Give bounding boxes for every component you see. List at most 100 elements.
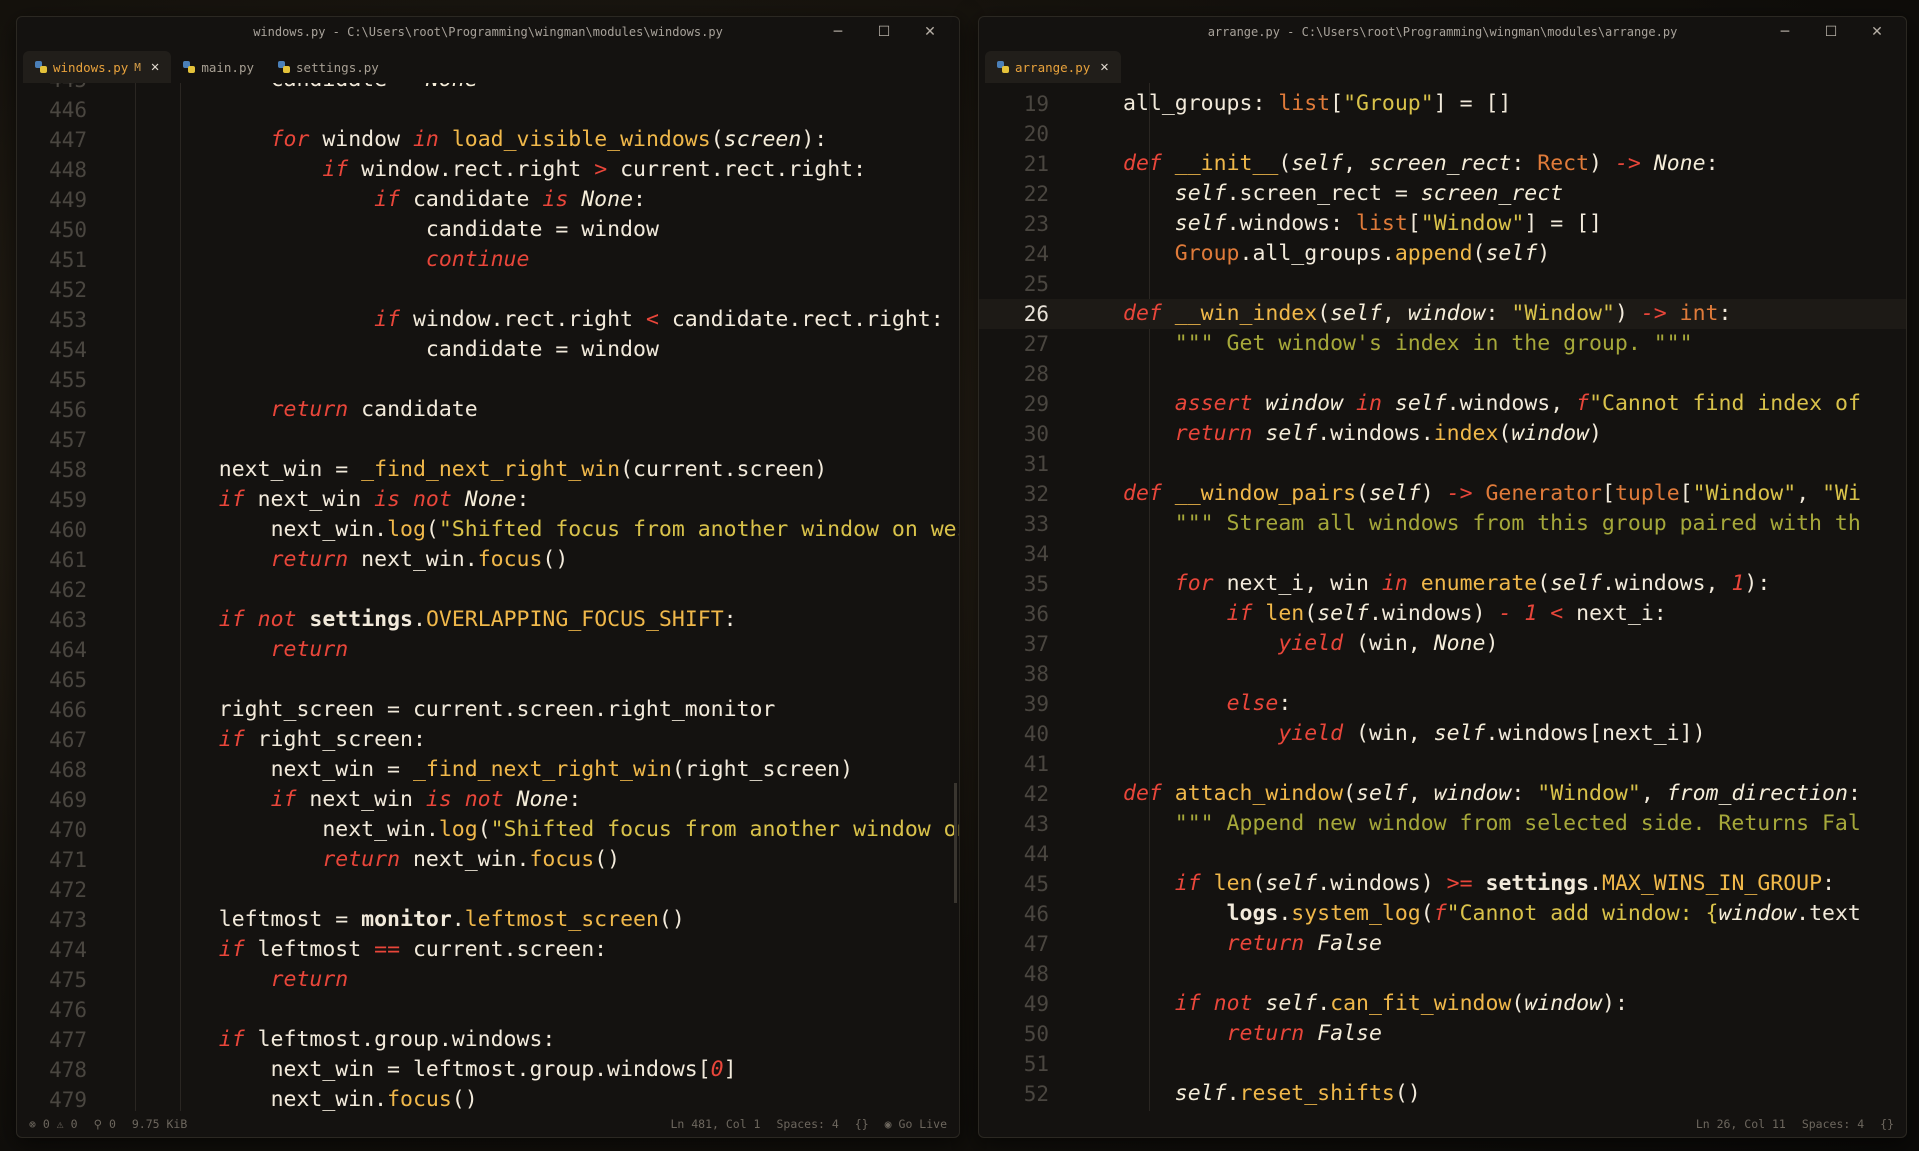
code-line[interactable]: 24 Group.all_groups.append(self) [979,239,1906,269]
code-line[interactable]: 52 self.reset_shifts() [979,1079,1906,1109]
code-token: self [1433,721,1486,746]
tab-main-py[interactable]: main.py [171,51,266,83]
code-line[interactable]: 471 return next_win.focus() [17,845,959,875]
tab-windows-py[interactable]: windows.py M ✕ [23,51,172,83]
code-line[interactable]: 452 [17,275,959,305]
code-line[interactable]: 45 if len(self.windows) >= settings.MAX_… [979,869,1906,899]
code-line[interactable]: 47 return False [979,929,1906,959]
code-line[interactable]: 46 logs.system_log(f"Cannot add window: … [979,899,1906,929]
code-token: "Shifted focus from another window on we… [438,517,959,542]
code-line[interactable]: 447 for window in load_visible_windows(s… [17,125,959,155]
code-line[interactable]: 450 candidate = window [17,215,959,245]
code-line[interactable]: 477 if leftmost.group.windows: [17,1025,959,1055]
code-line[interactable]: 21 def __init__(self, screen_rect: Rect) … [979,149,1906,179]
code-token: "Cannot add window: { [1446,901,1719,926]
close-icon[interactable]: ✕ [1854,24,1900,40]
tab-settings-py[interactable]: settings.py [266,51,391,83]
code-line[interactable]: 476 [17,995,959,1025]
code-line[interactable]: 30 return self.windows.index(window) [979,419,1906,449]
code-text: self.screen_rect = screen_rect [1123,179,1563,209]
code-line[interactable]: 479 next_win.focus() [17,1085,959,1111]
code-line[interactable]: 32 def __window_pairs(self) -> Generator[… [979,479,1906,509]
code-line[interactable]: 25 [979,269,1906,299]
code-line[interactable]: 50 return False [979,1019,1906,1049]
indentation[interactable]: Spaces: 4 [1802,1117,1864,1131]
code-line[interactable]: 26 def __win_index(self, window: "Window"… [979,299,1906,329]
scrollbar-thumb[interactable] [954,783,957,903]
code-line[interactable]: 31 [979,449,1906,479]
code-line[interactable]: 462 [17,575,959,605]
code-line[interactable]: 33 """ Stream all windows from this grou… [979,509,1906,539]
code-line[interactable]: 468 next_win = _find_next_right_win(righ… [17,755,959,785]
code-line[interactable]: 39 else: [979,689,1906,719]
code-editor[interactable]: 19 all_groups: list["Group"] = [] 20 21 def … [979,83,1906,1111]
code-line[interactable]: 474 if leftmost == current.screen: [17,935,959,965]
code-line[interactable]: 465 [17,665,959,695]
minimize-icon[interactable]: ─ [1762,24,1808,40]
tab-close-icon[interactable]: ✕ [1100,59,1108,75]
code-line[interactable]: 469 if next_win is not None: [17,785,959,815]
code-line[interactable]: 463 if not settings.OVERLAPPING_FOCUS_SH… [17,605,959,635]
code-line[interactable]: 448 if window.rect.right > current.rect.… [17,155,959,185]
cursor-position[interactable]: Ln 481, Col 1 [670,1117,760,1131]
line-number: 31 [1023,452,1049,476]
code-line[interactable]: 36 if len(self.windows) - 1 < next_i: [979,599,1906,629]
code-line[interactable]: 461 return next_win.focus() [17,545,959,575]
code-line[interactable]: 475 return [17,965,959,995]
code-line[interactable]: 37 yield (win, None) [979,629,1906,659]
code-line[interactable]: 454 candidate = window [17,335,959,365]
code-token: False [1317,931,1382,956]
code-token: return [1174,421,1253,446]
code-line[interactable]: 34 [979,539,1906,569]
indentation[interactable]: Spaces: 4 [776,1117,838,1131]
maximize-icon[interactable]: ☐ [861,24,907,40]
code-line[interactable]: 49 if not self.can_fit_window(window): [979,989,1906,1019]
code-line[interactable]: 28 [979,359,1906,389]
code-line[interactable]: 451 continue [17,245,959,275]
code-line[interactable]: 23 self.windows: list["Window"] = [] [979,209,1906,239]
language-mode[interactable]: {} [1880,1117,1894,1131]
code-line[interactable]: 457 [17,425,959,455]
code-line[interactable]: 464 return [17,635,959,665]
minimize-icon[interactable]: ─ [815,24,861,40]
code-line[interactable]: 473 leftmost = monitor.leftmost_screen() [17,905,959,935]
code-line[interactable]: 458 next_win = _find_next_right_win(curr… [17,455,959,485]
code-line[interactable]: 455 [17,365,959,395]
code-line[interactable]: 35 for next_i, win in enumerate(self.win… [979,569,1906,599]
code-line[interactable]: 445 candidate = None [17,83,959,95]
code-line[interactable]: 20 [979,119,1906,149]
code-line[interactable]: 449 if candidate is None: [17,185,959,215]
code-line[interactable]: 41 [979,749,1906,779]
code-line[interactable]: 42 def attach_window(self, window: "Windo… [979,779,1906,809]
problems-indicator[interactable]: ⊗ 0 ⚠ 0 [29,1117,78,1131]
code-line[interactable]: 466 right_screen = current.screen.right_… [17,695,959,725]
code-line[interactable]: 456 return candidate [17,395,959,425]
code-line[interactable]: 27 """ Get window's index in the group. … [979,329,1906,359]
code-line[interactable]: 446 [17,95,959,125]
code-line[interactable]: 43 """ Append new window from selected s… [979,809,1906,839]
tab-close-icon[interactable]: ✕ [151,59,159,75]
code-line[interactable]: 472 [17,875,959,905]
code-line[interactable]: 459 if next_win is not None: [17,485,959,515]
code-line[interactable]: 38 [979,659,1906,689]
code-line[interactable]: 460 next_win.log("Shifted focus from ano… [17,515,959,545]
code-line[interactable]: 51 [979,1049,1906,1079]
ports-indicator[interactable]: ⚲ 0 [94,1117,116,1131]
code-line[interactable]: 453 if window.rect.right < candidate.rec… [17,305,959,335]
code-line[interactable]: 40 yield (win, self.windows[next_i]) [979,719,1906,749]
code-line[interactable]: 470 next_win.log("Shifted focus from ano… [17,815,959,845]
maximize-icon[interactable]: ☐ [1808,24,1854,40]
close-icon[interactable]: ✕ [907,24,953,40]
code-line[interactable]: 44 [979,839,1906,869]
code-editor[interactable]: 445 candidate = None 446 447 for window in… [17,83,959,1111]
code-line[interactable]: 467 if right_screen: [17,725,959,755]
tab-arrange-py[interactable]: arrange.py ✕ [985,51,1121,83]
code-line[interactable]: 19 all_groups: list["Group"] = [] [979,89,1906,119]
go-live-button[interactable]: ◉ Go Live [885,1117,947,1131]
code-line[interactable]: 478 next_win = leftmost.group.windows[0] [17,1055,959,1085]
code-line[interactable]: 29 assert window in self.windows, f"Cann… [979,389,1906,419]
language-mode[interactable]: {} [855,1117,869,1131]
cursor-position[interactable]: Ln 26, Col 11 [1696,1117,1786,1131]
code-line[interactable]: 48 [979,959,1906,989]
code-line[interactable]: 22 self.screen_rect = screen_rect [979,179,1906,209]
